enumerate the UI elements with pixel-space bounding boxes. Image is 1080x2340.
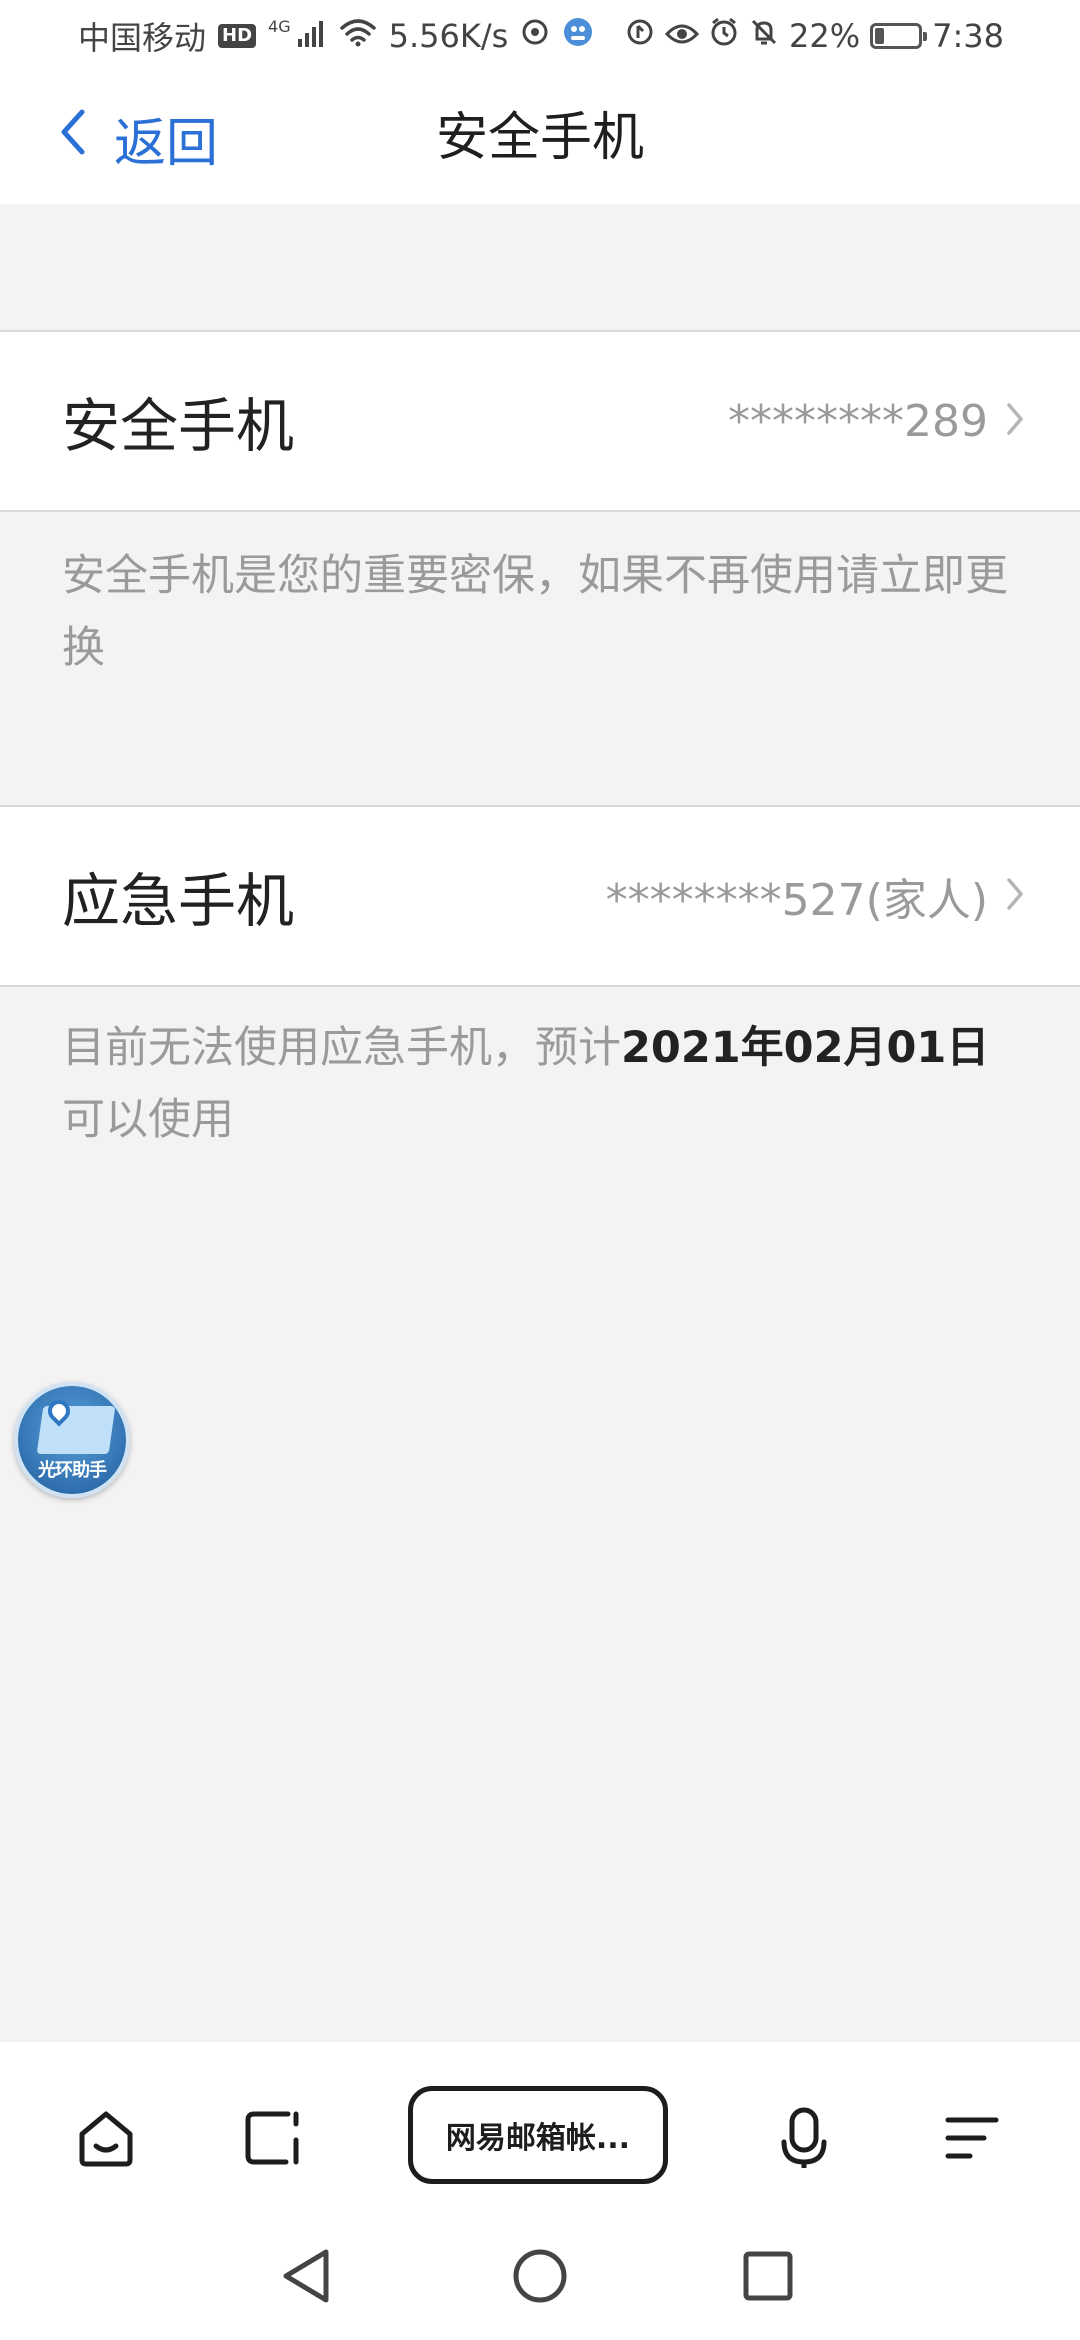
voice-button[interactable] [768, 2102, 840, 2174]
triangle-back-icon [283, 2249, 329, 2303]
tabs-button[interactable] [236, 2102, 308, 2174]
safe-phone-description: 安全手机是您的重要密保，如果不再使用请立即更换 [62, 551, 1008, 673]
battery-percent: 22% [789, 17, 861, 55]
emergency-phone-value-wrap: ********527(家人) [606, 864, 1024, 928]
app-notification-icon [562, 16, 594, 56]
signal-icon [297, 17, 327, 55]
system-recents-button[interactable] [732, 2240, 804, 2312]
menu-button[interactable] [936, 2102, 1008, 2174]
eye-comfort-icon [664, 17, 700, 55]
wifi-icon [339, 17, 377, 55]
safe-phone-label: 安全手机 [62, 392, 295, 460]
network-speed: 5.56K/s [388, 17, 509, 55]
chevron-left-icon [58, 108, 86, 169]
carrier-name: 中国移动 [78, 19, 207, 57]
menu-icon [945, 2117, 999, 2159]
emergency-phone-description: 目前无法使用应急手机，预计2021年02月01日可以使用 [62, 1012, 1022, 1156]
status-right: 22% 7:38 [625, 17, 1004, 55]
battery-fill [875, 28, 885, 44]
nav-header: 返回 安全手机 [0, 72, 1080, 204]
circle-home-icon [513, 2249, 567, 2303]
safe-phone-number: ********289 [728, 395, 988, 447]
safe-phone-row[interactable]: 安全手机 ********289 [0, 330, 1080, 512]
home-icon [79, 2111, 133, 2167]
safe-phone-value-wrap: ********289 [728, 396, 1024, 447]
tabs-icon [245, 2111, 299, 2165]
netease-music-icon [520, 17, 550, 55]
system-back-button[interactable] [270, 2240, 342, 2312]
mute-bell-icon [749, 17, 779, 55]
back-button[interactable]: 返回 [58, 108, 218, 174]
emergency-phone-number: ********527(家人) [605, 875, 988, 926]
network-type: 4G [268, 16, 291, 36]
emergency-available-date: 2021年02月01日 [621, 1023, 990, 1073]
status-bar: 中国移动 HD 4G 5.56K/s 22% 7:38 [0, 0, 1080, 72]
bottom-toolbar: 网易邮箱帐... [0, 2042, 1080, 2218]
data-saver-icon [625, 17, 655, 55]
system-navigation-bar [0, 2218, 1080, 2340]
status-left: 中国移动 HD 4G 5.56K/s [78, 13, 594, 59]
hd-badge: HD [218, 24, 257, 48]
emergency-phone-label: 应急手机 [62, 867, 295, 935]
alarm-icon [709, 17, 739, 55]
floating-helper-button[interactable]: 光环助手 [14, 1382, 130, 1498]
emergency-desc-prefix: 目前无法使用应急手机，预计 [62, 1023, 621, 1073]
microphone-icon [781, 2107, 827, 2168]
home-button[interactable] [70, 2102, 142, 2174]
square-recents-icon [743, 2251, 793, 2301]
emergency-phone-row[interactable]: 应急手机 ********527(家人) [0, 805, 1080, 987]
system-home-button[interactable] [504, 2240, 576, 2312]
chevron-right-icon [1006, 396, 1024, 447]
battery-icon [870, 23, 928, 49]
back-label: 返回 [114, 113, 219, 174]
chevron-right-icon [1006, 871, 1024, 922]
emergency-desc-suffix: 可以使用 [62, 1095, 234, 1145]
clock: 7:38 [932, 17, 1004, 55]
floating-helper-label: 光环助手 [38, 1460, 107, 1481]
current-tab-pill[interactable]: 网易邮箱帐... [408, 2086, 668, 2184]
